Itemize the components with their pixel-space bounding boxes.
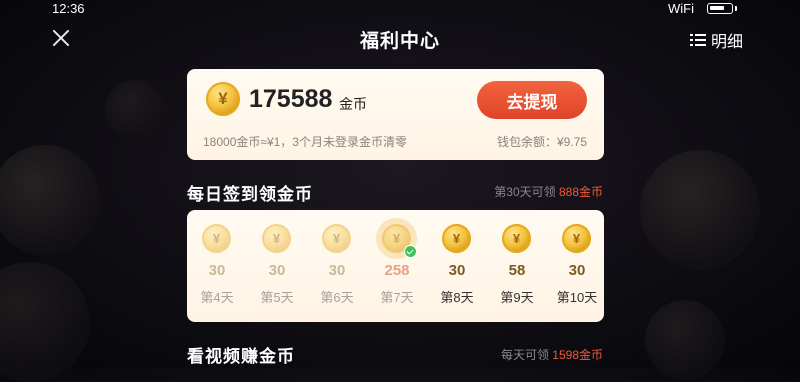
video-reward-highlight: 1598金币 (552, 348, 603, 362)
day-reward: 30 (328, 262, 346, 279)
gold-coin-icon: ¥ (322, 224, 351, 253)
day-label: 第5天 (260, 290, 294, 305)
signin-reward-note: 第30天可领 888金币 (494, 183, 603, 200)
day-reward: 258 (384, 262, 410, 279)
gold-coin-icon: ¥ (202, 224, 231, 253)
day-label: 第8天 (440, 290, 474, 305)
day-reward: 58 (508, 262, 526, 279)
day-reward: 30 (568, 262, 586, 279)
wallet-balance: 钱包余额：¥9.75 (496, 135, 587, 149)
battery-icon (707, 3, 733, 14)
battery-tip (735, 6, 737, 11)
day-label: 第6天 (320, 290, 354, 305)
signin-section-title: 每日签到领金币 (187, 185, 313, 204)
background-coin-top-left (105, 80, 165, 140)
background-coin-left (0, 145, 100, 255)
day-label: 第10天 (556, 290, 598, 305)
video-section-title: 看视频赚金币 (187, 347, 295, 366)
gold-coin-icon: ¥ (262, 224, 291, 253)
signin-day[interactable]: ¥ 30 第6天 (307, 210, 367, 322)
background-coin-right (640, 150, 760, 270)
coin-unit: 金币 (339, 96, 367, 112)
day-label: 第7天 (380, 290, 414, 305)
day-label: 第4天 (200, 290, 234, 305)
gold-coin-icon: ¥ (502, 224, 531, 253)
signin-day[interactable]: ¥ 30 第4天 (187, 210, 247, 322)
checkmark-icon (404, 245, 417, 258)
coin-balance: 175588 (249, 85, 333, 113)
page-title: 福利中心 (359, 31, 440, 52)
signin-card: ¥ 30 第4天 ¥ 30 第5天 ¥ 30 第6天 ¥ 258 第7天 ¥ 3… (187, 210, 604, 322)
withdraw-button[interactable]: 去提现 (477, 81, 587, 119)
video-reward-note: 每天可领 1598金币 (501, 346, 603, 363)
gold-coin-icon: ¥ (442, 224, 471, 253)
background-coin-right-lower (645, 300, 725, 380)
gold-coin-icon: ¥ (562, 224, 591, 253)
signin-reward-prefix: 第30天可领 (494, 185, 559, 199)
signin-day[interactable]: ¥ 30 第5天 (247, 210, 307, 322)
detail-label: 明细 (711, 34, 744, 51)
list-icon (690, 33, 706, 47)
balance-card: ¥ 175588 金币 去提现 18000金币≈¥1，3个月未登录金币清零 钱包… (187, 69, 604, 160)
status-bar: 12:36 WiFi (0, 0, 800, 18)
signin-day[interactable]: ¥ 30 第8天 (427, 210, 487, 322)
status-time: 12:36 (52, 1, 85, 16)
gold-coin-icon: ¥ (206, 82, 240, 116)
day-reward: 30 (208, 262, 226, 279)
signin-day-today[interactable]: ¥ 258 第7天 (367, 210, 427, 322)
signin-day[interactable]: ¥ 30 第10天 (547, 210, 607, 322)
day-reward: 30 (448, 262, 466, 279)
wifi-indicator: WiFi (668, 1, 694, 16)
day-reward: 30 (268, 262, 286, 279)
exchange-rate-note: 18000金币≈¥1，3个月未登录金币清零 (203, 135, 407, 149)
video-reward-prefix: 每天可领 (500, 348, 553, 362)
signin-reward-highlight: 888金币 (558, 185, 603, 199)
detail-button[interactable]: 明细 (690, 28, 743, 52)
day-label: 第9天 (500, 290, 534, 305)
signin-day[interactable]: ¥ 58 第9天 (487, 210, 547, 322)
background-coin-left-lower (0, 262, 90, 382)
